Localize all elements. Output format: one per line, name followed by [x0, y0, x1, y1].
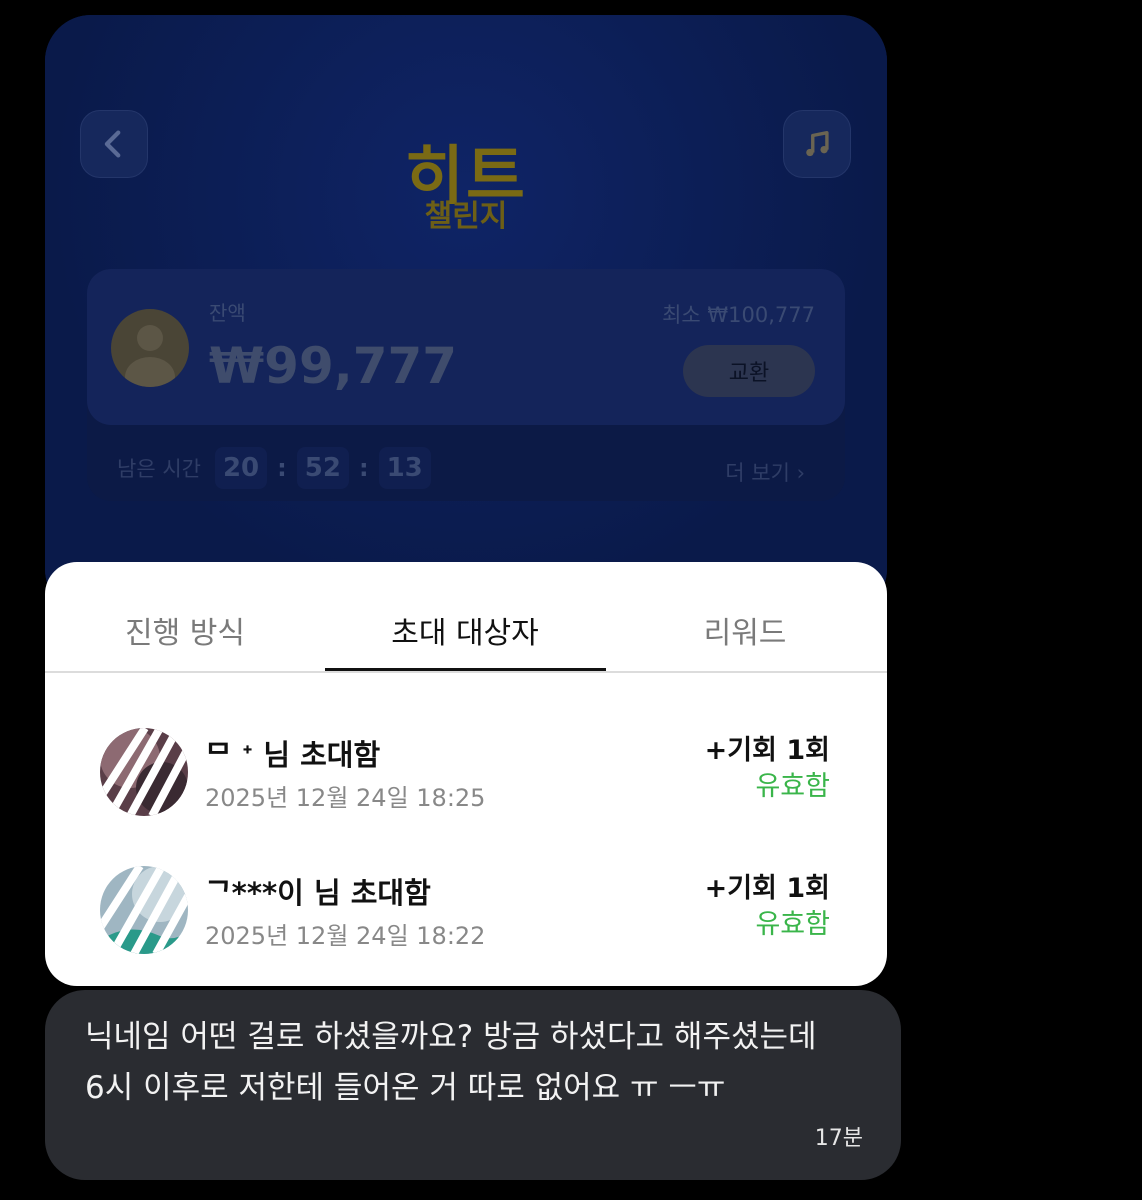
timer-separator: :: [277, 454, 287, 482]
invite-status: 유효함: [755, 771, 830, 802]
challenge-screen: 히트 챌린지 잔액 ₩99,777 최소 ₩100,777 교환 남은 시간 2…: [45, 15, 887, 615]
music-note-icon: [806, 130, 829, 157]
avatar-head: [137, 325, 163, 351]
invitee-name: ᄆ ᐩ 님 초대함: [205, 738, 381, 772]
tab-invitees[interactable]: 초대 대상자: [325, 608, 605, 652]
message-time: 17분: [814, 1126, 863, 1151]
invite-item: ᄆ ᐩ 님 초대함 2025년 12월 24일 18:25 +기회 1회 유효함: [45, 722, 887, 832]
timer-minutes: 52: [296, 447, 349, 489]
timer-hours: 20: [214, 447, 268, 489]
blurred-avatar-image: [100, 728, 188, 816]
tab-how-it-works[interactable]: 진행 방식: [45, 608, 325, 652]
invitee-name: ᄀ***이 님 초대함: [205, 876, 431, 910]
invite-status: 유효함: [755, 909, 830, 940]
blurred-avatar-image: [100, 866, 188, 954]
tab-bar: 진행 방식 초대 대상자 리워드: [45, 562, 887, 673]
balance-amount: ₩99,777: [209, 337, 458, 395]
invite-bonus: +기회 1회: [704, 873, 830, 904]
invitee-avatar: [100, 728, 188, 816]
balance-card: 잔액 ₩99,777 최소 ₩100,777 교환: [87, 269, 845, 425]
invite-date: 2025년 12월 24일 18:25: [205, 784, 486, 812]
invite-date: 2025년 12월 24일 18:22: [205, 922, 486, 950]
music-button[interactable]: [783, 110, 851, 178]
invite-bonus: +기회 1회: [704, 735, 830, 766]
remaining-time: 남은 시간 20 : 52 : 13: [117, 445, 431, 491]
message-text: 닉네임 어떤 걸로 하셨을까요? 방금 하셨다고 해주셨는데 6시 이후로 저한…: [85, 1019, 817, 1106]
minimum-amount: 최소 ₩100,777: [662, 303, 815, 327]
balance-label: 잔액: [209, 301, 246, 325]
chat-message-bubble: 닉네임 어떤 걸로 하셨을까요? 방금 하셨다고 해주셨는데 6시 이후로 저한…: [45, 990, 901, 1180]
app-subtitle: 챌린지: [424, 199, 508, 234]
exchange-button[interactable]: 교환: [683, 345, 815, 397]
invitee-avatar: [100, 866, 188, 954]
invite-item: ᄀ***이 님 초대함 2025년 12월 24일 18:22 +기회 1회 유…: [45, 860, 887, 970]
active-tab-indicator: [325, 668, 606, 671]
avatar-body: [125, 357, 175, 387]
timer-seconds: 13: [378, 447, 431, 489]
timer-separator: :: [358, 454, 369, 482]
user-avatar: [111, 309, 189, 387]
invite-panel: 진행 방식 초대 대상자 리워드 ᄆ ᐩ 님 초대함 2025년 12월 24일…: [45, 562, 887, 986]
remaining-time-label: 남은 시간: [117, 457, 201, 481]
balance-section: 잔액 ₩99,777 최소 ₩100,777 교환 남은 시간 20 : 52 …: [87, 269, 845, 501]
more-link[interactable]: 더 보기 ›: [725, 457, 805, 487]
tab-rewards[interactable]: 리워드: [605, 608, 885, 652]
